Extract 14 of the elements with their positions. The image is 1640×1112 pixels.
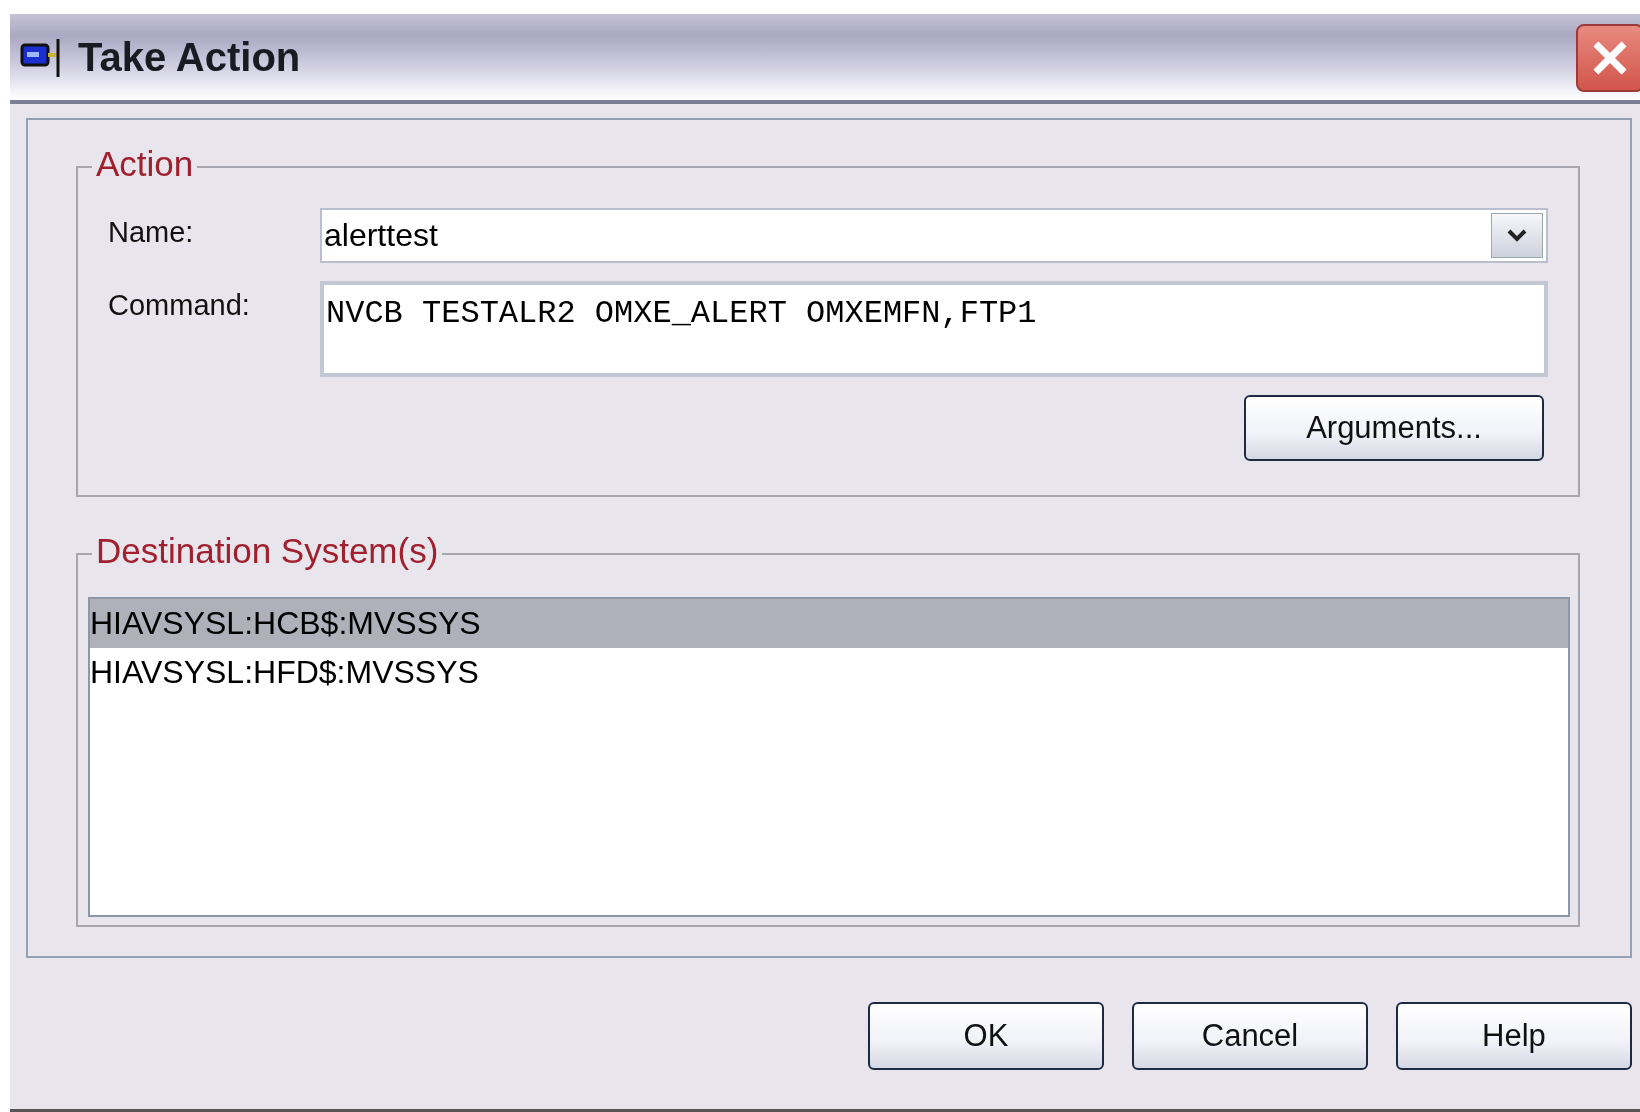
list-item[interactable]: HIAVSYSL:HCB$:MVSSYS <box>90 599 1568 648</box>
command-field[interactable]: NVCB TESTALR2 OMXE_ALERT OMXEMFN,FTP1 <box>320 281 1548 377</box>
field-label: Name: <box>108 215 195 249</box>
chevron-icon <box>1506 227 1528 244</box>
name-dropdown[interactable]: alerttest <box>320 208 1548 263</box>
dropdown-button[interactable] <box>1491 213 1543 258</box>
arguments-button[interactable]: Arguments... <box>1244 395 1544 461</box>
dialog-button[interactable]: Cancel <box>1132 1002 1368 1070</box>
window-title: Take Action <box>78 34 301 80</box>
dialog-button[interactable]: Help <box>1396 1002 1632 1070</box>
dialog-button[interactable]: OK <box>868 1002 1104 1070</box>
close-button[interactable] <box>1576 24 1640 92</box>
field-label: Command: <box>108 288 251 322</box>
list-item[interactable]: HIAVSYSL:HFD$:MVSSYS <box>90 648 1568 697</box>
